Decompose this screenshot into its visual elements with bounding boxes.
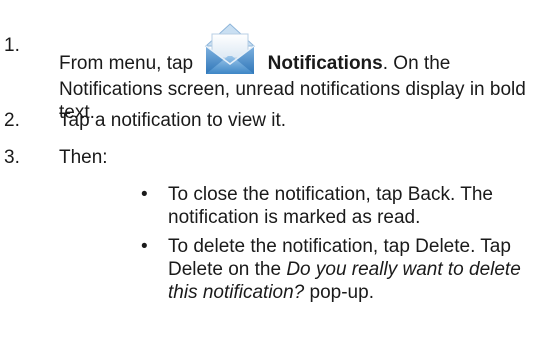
step-3-number: 3.: [4, 147, 20, 168]
step-2-text: Tap a notification to view it.: [59, 110, 287, 131]
notifications-label: Notifications: [267, 53, 383, 74]
step-1-text-before-icon: From menu, tap: [59, 53, 194, 74]
bullet-1-text: To close the notification, tap Back. The…: [168, 184, 493, 228]
step-1-number: 1.: [4, 35, 20, 56]
bullet-2-text-after: pop-up.: [304, 282, 374, 303]
step-3-text: Then:: [59, 147, 108, 168]
bullet-2-text: To delete the notification, tap Delete. …: [168, 235, 534, 304]
notifications-envelope-icon: [202, 23, 258, 78]
bullet-dot: •: [141, 236, 148, 257]
step-2-number: 2.: [4, 110, 20, 131]
bullet-dot: •: [141, 184, 148, 205]
